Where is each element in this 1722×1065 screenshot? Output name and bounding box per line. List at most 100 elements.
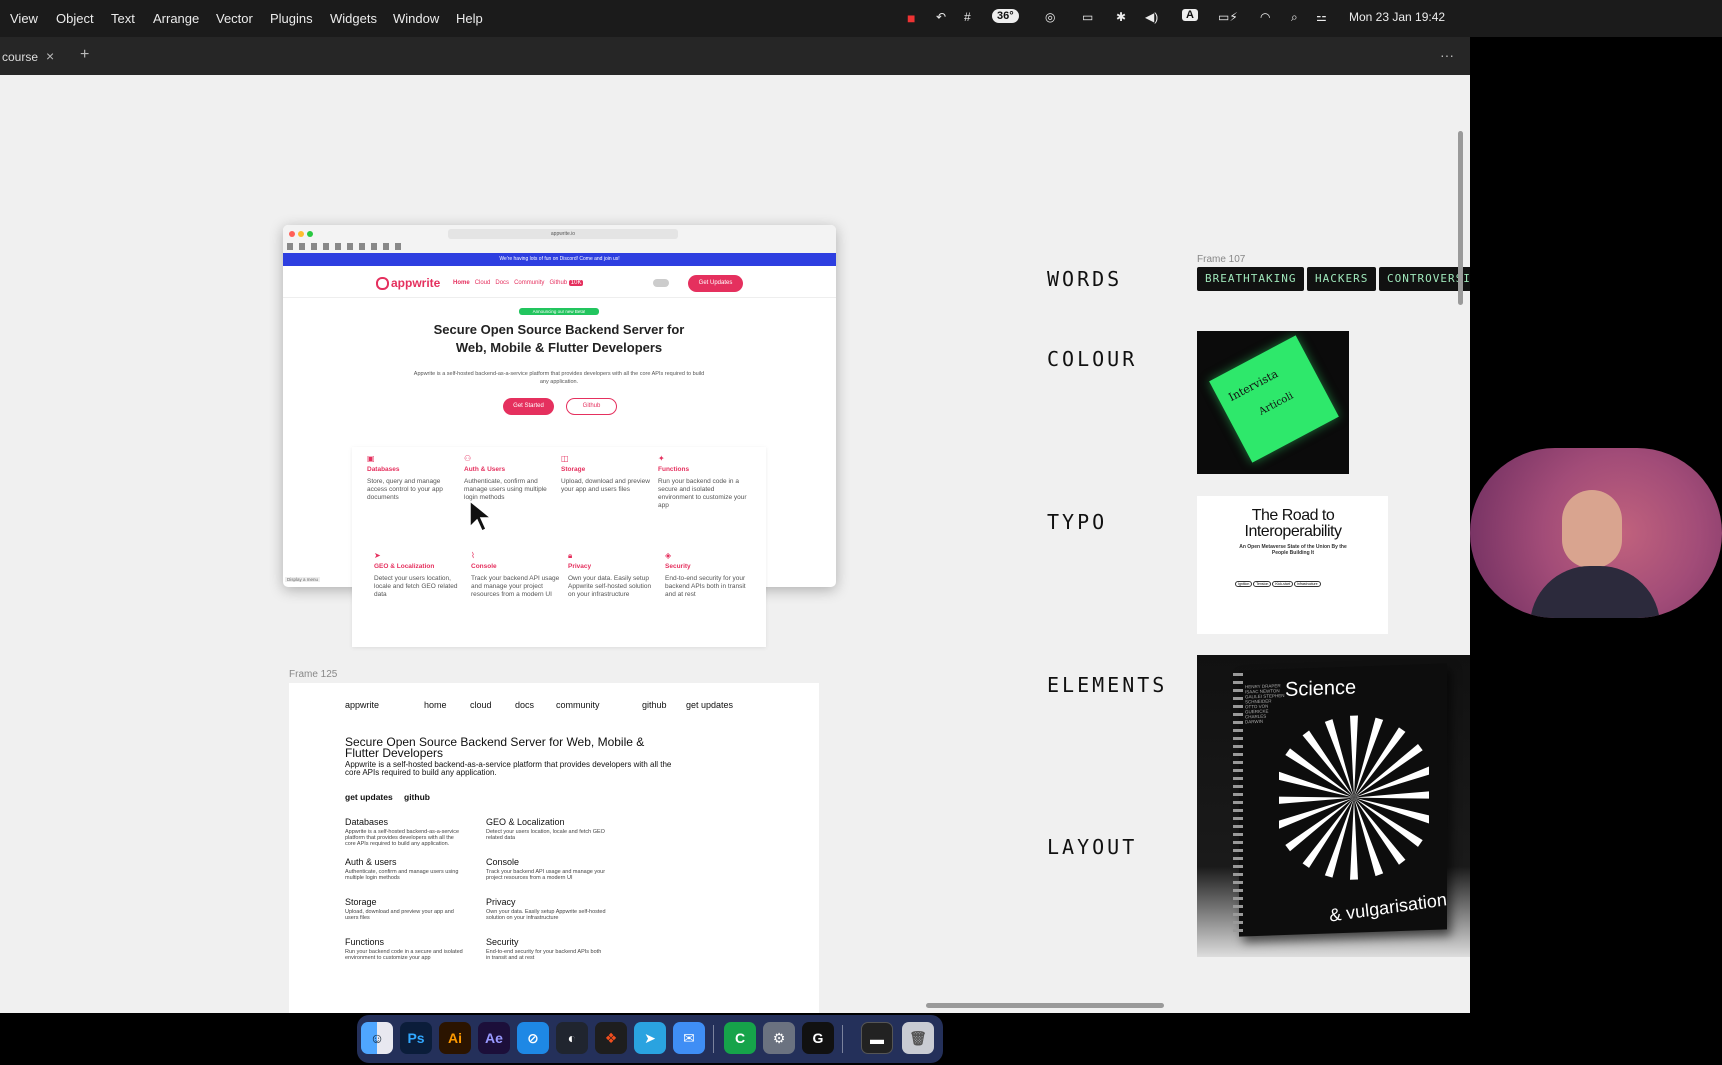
wifi-icon[interactable]: ◠ (1260, 10, 1270, 24)
dock-divider (842, 1025, 843, 1053)
get-started-button[interactable]: Get Started (503, 398, 554, 415)
feature-databases: ▣ Databases Store, query and manage access… (367, 455, 457, 502)
battery-icon[interactable]: ▭⚡ (1218, 10, 1238, 24)
console-icon: ⌇ (471, 551, 475, 560)
design-canvas[interactable]: appwrite.io We're having lots of fun on … (0, 75, 1470, 1013)
url-bar[interactable]: appwrite.io (448, 229, 678, 239)
hero-title-line2: Web, Mobile & Flutter Developers (455, 340, 663, 355)
divider (283, 297, 836, 298)
wf-feature-desc: Detect your users location, locale and f… (486, 829, 605, 841)
appwrite-logo[interactable]: appwrite (376, 276, 441, 291)
mail-icon[interactable]: ✉ (673, 1022, 705, 1054)
wf-feature-title: Storage (345, 897, 377, 907)
hero-description: Appwrite is a self-hosted backend-as-a-s… (413, 371, 705, 385)
figma-icon[interactable]: ❖ (595, 1022, 627, 1054)
elements-layout-reference-image[interactable]: Science HENRY DRAPER ISAAC NEWTON GALILE… (1197, 655, 1470, 957)
mouse-cursor-icon (469, 499, 494, 533)
telegram-icon[interactable]: ➤ (634, 1022, 666, 1054)
logitech-icon[interactable]: G (802, 1022, 834, 1054)
nav-github[interactable]: Github (549, 280, 567, 286)
wf-nav-logo: appwrite (345, 700, 380, 710)
safari-icon[interactable]: ⊘ (517, 1022, 549, 1054)
menu-text[interactable]: Text (111, 11, 135, 26)
system-settings-icon[interactable]: ⚙ (763, 1022, 795, 1054)
wf-feature-desc: Appwrite is a self-hosted backend-as-a-s… (345, 829, 460, 847)
trash-icon[interactable]: 🗑︎ (902, 1022, 934, 1054)
label-layout[interactable]: LAYOUT (1047, 835, 1137, 859)
announcement-banner[interactable]: We're having lots of fun on Discord! Com… (283, 253, 836, 266)
temperature-badge[interactable]: 36° (992, 9, 1019, 23)
typo-reference-image[interactable]: The Road to Interoperability An Open Met… (1197, 496, 1388, 634)
display-icon[interactable]: ▭ (1082, 10, 1093, 24)
colour-reference-image[interactable]: Intervista Articoli (1197, 331, 1349, 474)
menu-bar: View Object Text Arrange Vector Plugins … (0, 0, 1722, 37)
photoshop-icon[interactable]: Ps (400, 1022, 432, 1054)
datetime[interactable]: Mon 23 Jan 19:42 (1349, 10, 1445, 24)
wireframe-frame[interactable]: appwrite home cloud docs community githu… (289, 683, 819, 1013)
more-icon[interactable]: ··· (1440, 47, 1454, 63)
wf-nav-home: home (424, 700, 447, 710)
appwrite-logo-text: appwrite (391, 276, 441, 290)
terminal-icon[interactable]: ▬ (861, 1022, 893, 1054)
illustrator-icon[interactable]: Ai (439, 1022, 471, 1054)
wf-feature-title: Privacy (486, 897, 516, 907)
menu-help[interactable]: Help (456, 11, 483, 26)
menu-vector[interactable]: Vector (216, 11, 253, 26)
typo-subtitle: An Open Metaverse State of the Union By … (1239, 544, 1347, 556)
vertical-scrollbar[interactable] (1458, 131, 1463, 305)
menu-widgets[interactable]: Widgets (330, 11, 377, 26)
blender-icon[interactable]: ◐ (556, 1022, 588, 1054)
cast-icon[interactable]: ◎ (1045, 10, 1055, 24)
wf-feature-desc: Authenticate, confirm and manage users u… (345, 869, 459, 881)
frame-107-label[interactable]: Frame 107 (1197, 254, 1245, 265)
announcement-badge[interactable]: Announcing our new Beta! (519, 308, 599, 315)
label-elements[interactable]: ELEMENTS (1047, 673, 1167, 697)
camtasia-icon[interactable]: C (724, 1022, 756, 1054)
github-button[interactable]: Github (566, 398, 617, 415)
lock-icon: 🔒︎ (568, 551, 573, 560)
typo-pills: Ignition Tension Kick-start Infrastructu… (1235, 581, 1355, 587)
shield-icon: ◈ (665, 551, 672, 560)
hash-icon[interactable]: # (964, 10, 971, 24)
menu-window[interactable]: Window (393, 11, 439, 26)
features-card[interactable]: ▣ Databases Store, query and manage access… (352, 447, 766, 647)
get-updates-button[interactable]: Get Updates (688, 275, 743, 292)
label-typo[interactable]: TYPO (1047, 510, 1107, 534)
dock-divider (713, 1025, 714, 1053)
feature-geo: ➤ GEO & Localization Detect your users loc… (374, 552, 464, 599)
add-tab-icon[interactable]: + (80, 46, 89, 64)
nav-cloud[interactable]: Cloud (475, 280, 491, 286)
menu-arrange[interactable]: Arrange (153, 11, 199, 26)
search-icon[interactable]: ⌕ (1291, 10, 1298, 25)
wf-title: Secure Open Source Backend Server for We… (345, 735, 645, 760)
menu-view[interactable]: View (10, 11, 38, 26)
back-icon[interactable]: ↶ (936, 10, 946, 24)
words-frame[interactable]: BREATHTAKING HACKERS CONTROVERSI (1197, 267, 1470, 291)
display-menu-hint: Display a menu (285, 577, 321, 582)
horizontal-scrollbar[interactable] (926, 1003, 1164, 1008)
keyboard-input-icon[interactable]: A (1182, 9, 1198, 21)
bluetooth-icon[interactable]: ✱ (1116, 10, 1126, 24)
finder-icon[interactable]: ☺ (361, 1022, 393, 1054)
label-words[interactable]: WORDS (1047, 267, 1122, 291)
theme-toggle[interactable] (653, 279, 669, 287)
volume-icon[interactable]: ◀) (1145, 10, 1158, 24)
wf-feature-desc: End-to-end security for your backend API… (486, 949, 602, 961)
wf-feature-desc: Upload, download and preview your app an… (345, 909, 454, 921)
nav-docs[interactable]: Docs (495, 280, 509, 286)
menu-object[interactable]: Object (56, 11, 94, 26)
close-tab-icon[interactable]: × (46, 48, 54, 64)
control-center-icon[interactable]: ⚍ (1316, 10, 1327, 24)
tab-course[interactable]: course (2, 50, 38, 64)
record-icon[interactable]: ■ (907, 10, 915, 26)
label-colour[interactable]: COLOUR (1047, 347, 1137, 371)
users-icon: ⚇ (464, 454, 472, 463)
storage-icon: ◫ (561, 454, 569, 463)
menu-plugins[interactable]: Plugins (270, 11, 313, 26)
word-tag: CONTROVERSI (1379, 267, 1470, 291)
wf-nav-github: github (642, 700, 667, 710)
after-effects-icon[interactable]: Ae (478, 1022, 510, 1054)
nav-home[interactable]: Home (453, 280, 470, 286)
nav-community[interactable]: Community (514, 280, 544, 286)
frame-125-label[interactable]: Frame 125 (289, 669, 337, 680)
